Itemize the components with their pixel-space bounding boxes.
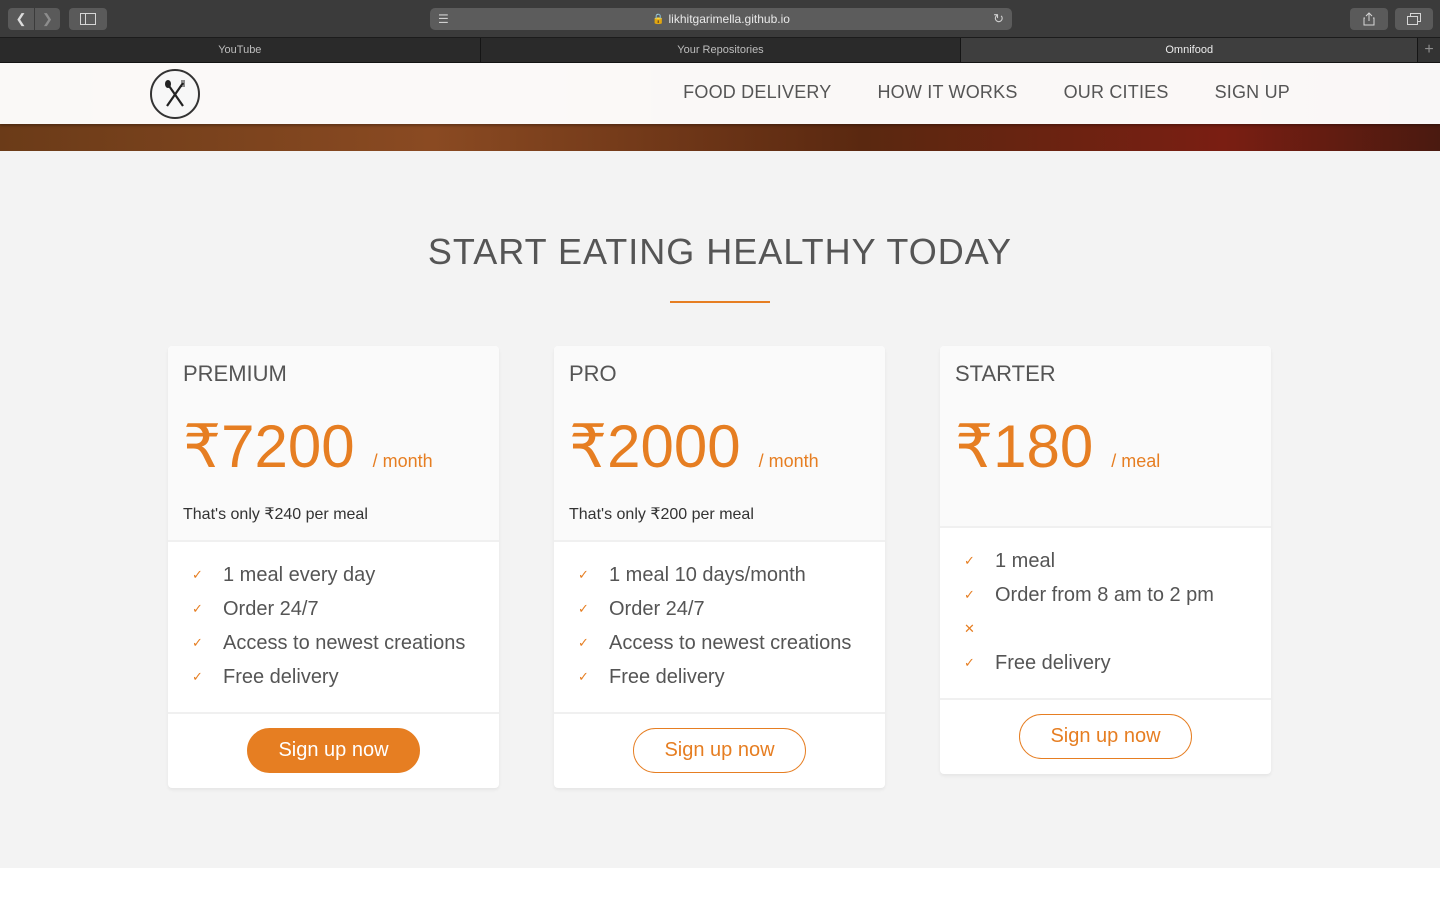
sign-up-now-button[interactable]: Sign up now bbox=[633, 728, 806, 773]
main-nav: FOOD DELIVERY HOW IT WORKS OUR CITIES SI… bbox=[683, 82, 1290, 103]
reload-icon[interactable]: ↻ bbox=[993, 11, 1004, 27]
title-underline bbox=[670, 301, 770, 303]
checkmark-icon: ✓ bbox=[192, 635, 203, 650]
plan-name: STARTER bbox=[955, 361, 1056, 386]
reader-icon[interactable]: ☰ bbox=[438, 12, 449, 26]
plan-name: PREMIUM bbox=[183, 361, 287, 386]
price-row: ₹2000 / month bbox=[569, 412, 870, 482]
per-meal-note: That's only ₹240 per meal bbox=[183, 506, 368, 523]
sign-up-now-button[interactable]: Sign up now bbox=[247, 728, 420, 773]
feature-text: 1 meal every day bbox=[223, 563, 376, 586]
checkmark-icon: ✓ bbox=[192, 669, 203, 684]
checkmark-icon: ✓ bbox=[192, 601, 203, 616]
plan-card-pro: PRO ₹2000 / month That's only ₹200 per m… bbox=[554, 346, 885, 788]
back-icon[interactable]: ❮ bbox=[8, 8, 34, 30]
feature-item: ✓ Free delivery bbox=[192, 660, 484, 694]
feature-item: ✓ Order 24/7 bbox=[192, 592, 484, 626]
feature-text: 1 meal bbox=[995, 549, 1056, 572]
browser-toolbar: ❮ ❯ ☰ 🔒 likhitgarimella.github.io ↻ bbox=[0, 0, 1440, 38]
feature-text: 1 meal 10 days/month bbox=[609, 563, 806, 586]
nav-our-cities[interactable]: OUR CITIES bbox=[1064, 82, 1169, 103]
plans-title: START EATING HEALTHY TODAY bbox=[427, 231, 1013, 272]
sign-up-now-button[interactable]: Sign up now bbox=[1019, 714, 1192, 759]
feature-item: ✓ Order from 8 am to 2 pm bbox=[964, 578, 1256, 612]
address-bar[interactable]: ☰ 🔒 likhitgarimella.github.io ↻ bbox=[430, 8, 1012, 30]
price-row: ₹7200 / month bbox=[183, 412, 484, 482]
plan-name: PRO bbox=[569, 361, 617, 386]
price-unit: / month bbox=[758, 451, 819, 471]
feature-item: ✕ bbox=[964, 612, 1256, 646]
cross-icon: ✕ bbox=[964, 621, 975, 636]
feature-text: Order from 8 am to 2 pm bbox=[995, 583, 1214, 606]
price-unit: / month bbox=[372, 451, 433, 471]
price-unit: / meal bbox=[1111, 451, 1161, 471]
sticky-nav: FOOD DELIVERY HOW IT WORKS OUR CITIES SI… bbox=[0, 63, 1440, 124]
tab-bar: YouTube Your Repositories Omnifood + bbox=[0, 38, 1440, 63]
feature-list: ✓ 1 meal 10 days/month ✓ Order 24/7 ✓ Acces… bbox=[554, 542, 885, 714]
feature-text: Access to newest creations bbox=[609, 631, 852, 654]
omnifood-logo[interactable] bbox=[150, 69, 200, 119]
feature-text: Free delivery bbox=[995, 651, 1111, 674]
plan-footer: Sign up now bbox=[940, 700, 1271, 774]
feature-text: Order 24/7 bbox=[223, 597, 319, 620]
forward-icon[interactable]: ❯ bbox=[34, 8, 60, 30]
nav-how-it-works[interactable]: HOW IT WORKS bbox=[877, 82, 1017, 103]
feature-text: Order 24/7 bbox=[609, 597, 705, 620]
plan-card-starter: STARTER ₹180 / meal ✓ 1 meal ✓ Order from … bbox=[940, 346, 1271, 774]
url-text: likhitgarimella.github.io bbox=[668, 12, 790, 26]
tabs-overview-icon[interactable] bbox=[1395, 8, 1433, 30]
tab-youtube[interactable]: YouTube bbox=[0, 38, 481, 62]
nav-sign-up[interactable]: SIGN UP bbox=[1215, 82, 1290, 103]
plan-price: ₹7200 bbox=[183, 413, 355, 480]
plan-footer: Sign up now bbox=[554, 714, 885, 788]
checkmark-icon: ✓ bbox=[578, 669, 589, 684]
share-icon[interactable] bbox=[1350, 8, 1388, 30]
checkmark-icon: ✓ bbox=[578, 635, 589, 650]
tab-your-repositories[interactable]: Your Repositories bbox=[481, 38, 962, 62]
feature-text: Free delivery bbox=[609, 665, 725, 688]
plan-header: STARTER ₹180 / meal bbox=[940, 346, 1271, 528]
feature-item: ✓ Free delivery bbox=[578, 660, 870, 694]
plan-price: ₹2000 bbox=[569, 413, 741, 480]
checkmark-icon: ✓ bbox=[964, 553, 975, 568]
plan-header: PRO ₹2000 / month That's only ₹200 per m… bbox=[554, 346, 885, 542]
checkmark-icon: ✓ bbox=[578, 601, 589, 616]
checkmark-icon: ✓ bbox=[578, 567, 589, 582]
history-nav: ❮ ❯ bbox=[8, 8, 60, 30]
feature-item: ✓ 1 meal every day bbox=[192, 558, 484, 592]
new-tab-icon[interactable]: + bbox=[1418, 38, 1440, 62]
feature-item: ✓ Free delivery bbox=[964, 646, 1256, 680]
plan-price: ₹180 bbox=[955, 413, 1094, 480]
checkmark-icon: ✓ bbox=[964, 587, 975, 602]
fork-knife-icon bbox=[165, 80, 185, 107]
plan-card-premium: PREMIUM ₹7200 / month That's only ₹240 p… bbox=[168, 346, 499, 788]
plan-header: PREMIUM ₹7200 / month That's only ₹240 p… bbox=[168, 346, 499, 542]
feature-text: Free delivery bbox=[223, 665, 339, 688]
per-meal-note: That's only ₹200 per meal bbox=[569, 506, 754, 523]
lock-icon: 🔒 bbox=[652, 13, 665, 25]
price-row: ₹180 / meal bbox=[955, 412, 1256, 482]
sidebar-icon[interactable] bbox=[69, 8, 107, 30]
hero-header: FOOD DELIVERY HOW IT WORKS OUR CITIES SI… bbox=[0, 63, 1440, 151]
nav-food-delivery[interactable]: FOOD DELIVERY bbox=[683, 82, 831, 103]
plans-section: START EATING HEALTHY TODAY PREMIUM ₹7200… bbox=[0, 151, 1440, 868]
next-section bbox=[0, 868, 1440, 900]
feature-list: ✓ 1 meal every day ✓ Order 24/7 ✓ Access to… bbox=[168, 542, 499, 714]
feature-item: ✓ 1 meal bbox=[964, 544, 1256, 578]
feature-text: Access to newest creations bbox=[223, 631, 466, 654]
feature-item: ✓ Order 24/7 bbox=[578, 592, 870, 626]
plan-footer: Sign up now bbox=[168, 714, 499, 788]
feature-list: ✓ 1 meal ✓ Order from 8 am to 2 pm ✕ ✓ Free… bbox=[940, 528, 1271, 700]
checkmark-icon: ✓ bbox=[964, 655, 975, 670]
feature-item: ✓ 1 meal 10 days/month bbox=[578, 558, 870, 592]
tab-omnifood[interactable]: Omnifood bbox=[961, 38, 1419, 62]
feature-item: ✓ Access to newest creations bbox=[192, 626, 484, 660]
checkmark-icon: ✓ bbox=[192, 567, 203, 582]
feature-item: ✓ Access to newest creations bbox=[578, 626, 870, 660]
